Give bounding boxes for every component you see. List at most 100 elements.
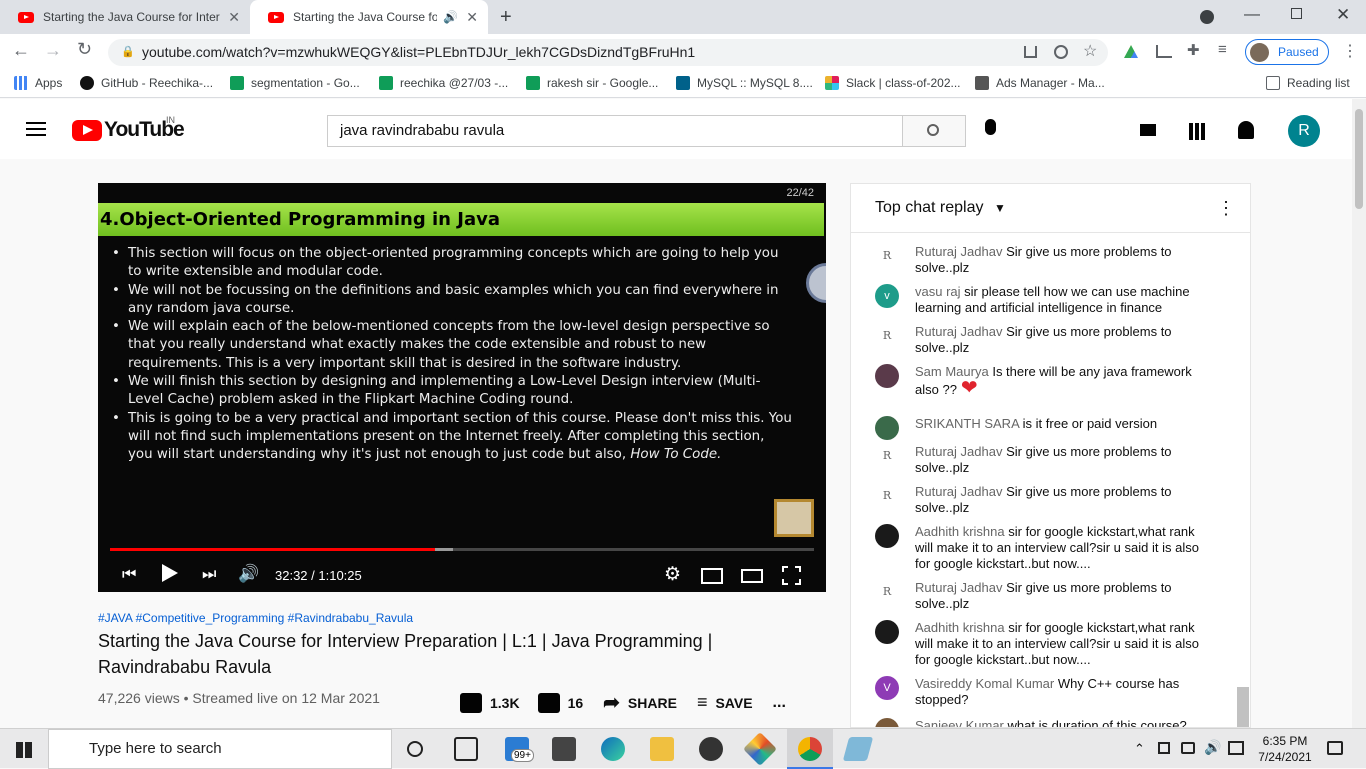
new-tab-button[interactable]: + — [500, 6, 512, 29]
eye-off-icon[interactable] — [1054, 45, 1068, 59]
browser-tab-2[interactable]: Starting the Java Course for I 🔊 ✕ — [250, 0, 488, 34]
close-window-icon[interactable]: ✕ — [1336, 5, 1350, 25]
chat-author-name[interactable]: Aadhith krishna — [915, 524, 1005, 539]
chat-author-name[interactable]: Ruturaj Jadhav — [915, 244, 1002, 259]
account-avatar[interactable]: R — [1288, 115, 1320, 147]
back-arrow-icon[interactable]: ← — [12, 40, 30, 61]
settings-gear-icon[interactable]: ⚙ — [664, 563, 681, 586]
notifications-bell-icon[interactable] — [1238, 121, 1254, 139]
minimize-window-icon[interactable]: — — [1244, 6, 1260, 24]
video-player[interactable]: 22/42 4.Object-Oriented Programming in J… — [98, 183, 826, 592]
mail-icon[interactable]: 99+ — [505, 737, 534, 762]
share-button[interactable]: ➦ SHARE — [603, 690, 677, 715]
reload-icon[interactable]: ↻ — [77, 39, 92, 60]
chat-author-avatar[interactable] — [875, 718, 899, 727]
chat-author-avatar[interactable] — [875, 364, 899, 388]
play-icon[interactable] — [162, 564, 178, 582]
page-scrollbar-thumb[interactable] — [1355, 109, 1363, 209]
volume-icon[interactable]: 🔊 — [1204, 739, 1221, 756]
notepad-icon[interactable] — [842, 737, 874, 761]
extensions-puzzle-icon[interactable]: ✚ — [1187, 41, 1200, 59]
bookmark-slack[interactable]: Slack | class-of-202... — [825, 76, 961, 90]
windows-start-icon[interactable] — [16, 742, 32, 758]
reading-list-button[interactable]: Reading list — [1266, 76, 1350, 90]
chat-author-name[interactable]: vasu raj — [915, 284, 961, 299]
theater-mode-icon[interactable] — [741, 569, 763, 583]
media-queue-icon[interactable]: ≡ — [1218, 41, 1227, 58]
chat-author-name[interactable]: Ruturaj Jadhav — [915, 580, 1002, 595]
install-icon[interactable] — [1024, 46, 1037, 58]
close-tab-icon[interactable]: ✕ — [466, 9, 478, 26]
chat-author-name[interactable]: Sanjeev Kumar — [915, 718, 1004, 727]
hamburger-menu-icon[interactable] — [26, 122, 46, 136]
chat-scrollbar[interactable] — [1237, 687, 1249, 727]
chat-author-avatar[interactable] — [875, 416, 899, 440]
chat-author-avatar[interactable]: R — [875, 324, 899, 348]
ime-icon[interactable] — [1228, 741, 1244, 755]
like-button[interactable]: 1.3K — [460, 692, 520, 713]
browser-tab-1[interactable]: Starting the Java Course for Inter ✕ — [0, 0, 250, 34]
browser-menu-icon[interactable]: ⋮ — [1342, 41, 1358, 61]
bookmark-github[interactable]: GitHub - Reechika-... — [80, 76, 213, 90]
profile-paused-button[interactable]: Paused — [1245, 39, 1329, 65]
chat-menu-icon[interactable]: ⋮ — [1217, 184, 1235, 232]
bookmark-apps[interactable]: Apps — [14, 76, 62, 90]
chat-author-avatar[interactable]: R — [875, 484, 899, 508]
more-actions-icon[interactable]: ... — [773, 694, 786, 712]
chevron-down-icon[interactable]: ▼ — [994, 201, 1006, 215]
bookmark-star-icon[interactable]: ☆ — [1083, 38, 1097, 65]
channel-watermark-icon[interactable] — [774, 499, 814, 537]
task-view-icon[interactable] — [454, 737, 478, 761]
chat-author-avatar[interactable]: V — [875, 676, 899, 700]
cortana-icon[interactable] — [407, 741, 423, 757]
microphone-icon[interactable] — [985, 119, 996, 135]
action-center-icon[interactable] — [1327, 741, 1343, 755]
chat-author-name[interactable]: Aadhith krishna — [915, 620, 1005, 635]
chat-mode-dropdown[interactable]: Top chat replay — [875, 199, 984, 216]
bookmark-reechika[interactable]: reechika @27/03 -... — [379, 76, 508, 90]
miniplayer-icon[interactable] — [701, 568, 723, 584]
volume-icon[interactable]: 🔊 — [238, 564, 259, 584]
progress-bar[interactable] — [110, 548, 814, 551]
meet-now-icon[interactable] — [1158, 742, 1170, 754]
forward-arrow-icon[interactable]: → — [44, 40, 62, 61]
chat-author-avatar[interactable]: R — [875, 244, 899, 268]
fullscreen-icon[interactable] — [782, 566, 801, 585]
previous-video-icon[interactable]: ⏮ — [122, 566, 136, 584]
search-button[interactable] — [902, 115, 966, 147]
maximize-window-icon[interactable] — [1291, 8, 1302, 19]
settings-gear-icon[interactable] — [699, 737, 723, 761]
page-scrollbar[interactable] — [1352, 99, 1366, 728]
search-input[interactable]: java ravindrababu ravula — [327, 115, 903, 147]
video-hashtags[interactable]: #JAVA #Competitive_Programming #Ravindra… — [98, 611, 413, 625]
taskbar-clock[interactable]: 6:35 PM 7/24/2021 — [1252, 733, 1318, 765]
bookmark-rakesh-sir[interactable]: rakesh sir - Google... — [526, 76, 658, 90]
dislike-button[interactable]: 16 — [537, 692, 583, 713]
chat-author-name[interactable]: Ruturaj Jadhav — [915, 324, 1002, 339]
bookmark-ads-manager[interactable]: Ads Manager - Ma... — [975, 76, 1105, 90]
google-drive-icon[interactable] — [1124, 45, 1138, 58]
git-icon[interactable] — [743, 732, 777, 766]
bookmark-mysql[interactable]: MySQL :: MySQL 8.... — [676, 76, 813, 90]
tab-search-icon[interactable] — [1200, 10, 1214, 24]
chat-author-avatar[interactable] — [875, 524, 899, 548]
youtube-logo-icon[interactable] — [72, 120, 102, 141]
bookmark-segmentation[interactable]: segmentation - Go... — [230, 76, 360, 90]
address-bar[interactable]: 🔒 youtube.com/watch?v=mzwhukWEQGY&list=P… — [108, 39, 1108, 66]
analytics-icon[interactable] — [1156, 45, 1172, 58]
chat-author-name[interactable]: SRIKANTH SARA — [915, 416, 1019, 431]
file-explorer-icon[interactable] — [650, 737, 674, 761]
chrome-active-slot[interactable] — [787, 729, 833, 769]
chat-author-avatar[interactable]: R — [875, 580, 899, 604]
speaker-icon[interactable]: 🔊 — [443, 10, 458, 24]
apps-grid-icon[interactable] — [1189, 123, 1206, 140]
chat-author-name[interactable]: Ruturaj Jadhav — [915, 444, 1002, 459]
store-icon[interactable] — [552, 737, 576, 761]
next-video-icon[interactable]: ⏭ — [202, 566, 216, 584]
taskbar-search-input[interactable]: Type here to search — [48, 729, 392, 769]
close-tab-icon[interactable]: ✕ — [228, 9, 240, 26]
chat-author-avatar[interactable]: v — [875, 284, 899, 308]
chat-author-avatar[interactable]: R — [875, 444, 899, 468]
chat-author-name[interactable]: Vasireddy Komal Kumar — [915, 676, 1054, 691]
show-hidden-icons-icon[interactable]: ⌃ — [1134, 741, 1145, 757]
